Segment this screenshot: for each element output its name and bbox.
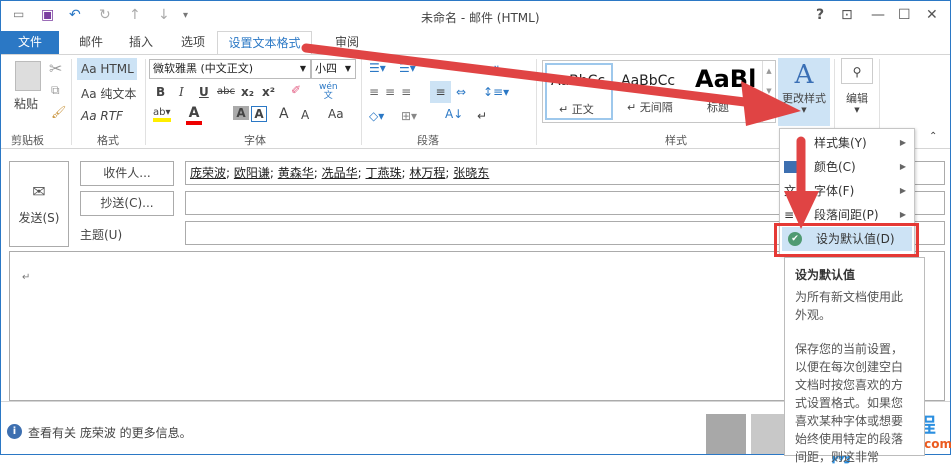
arrow-line-to-change-styles bbox=[301, 43, 766, 109]
arrow-head-to-change-styles bbox=[741, 81, 801, 126]
annotation-arrows bbox=[301, 43, 819, 229]
outlook-window: ▭ ▣ ↶ ↻ ↑ ↓ ▾ 未命名 - 邮件 (HTML) ? ⊡ — ☐ ✕ … bbox=[0, 0, 951, 466]
arrow-head-to-set-default bbox=[784, 191, 819, 229]
